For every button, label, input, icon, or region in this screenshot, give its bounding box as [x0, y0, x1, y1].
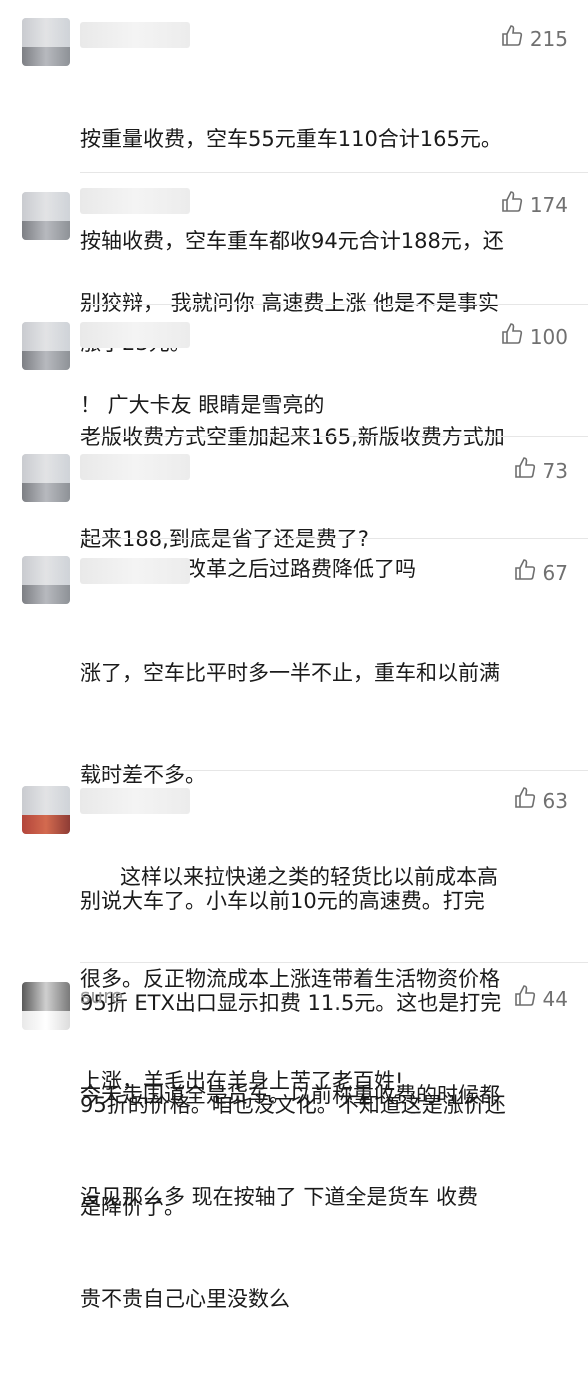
- divider: [80, 962, 588, 963]
- like-button[interactable]: 44: [513, 984, 568, 1013]
- avatar[interactable]: [22, 18, 70, 66]
- thumbs-up-icon: [500, 190, 524, 219]
- like-button[interactable]: 73: [513, 456, 568, 485]
- username[interactable]: sure: [80, 984, 123, 1008]
- like-count: 44: [542, 986, 568, 1011]
- like-count: 67: [542, 560, 568, 585]
- avatar[interactable]: [22, 982, 70, 1030]
- username-redacted: [80, 558, 190, 584]
- thumbs-up-icon: [513, 558, 537, 587]
- like-count: 174: [529, 192, 568, 217]
- avatar[interactable]: [22, 192, 70, 240]
- thumbs-up-icon: [500, 24, 524, 53]
- avatar[interactable]: [22, 556, 70, 604]
- like-button[interactable]: 63: [513, 786, 568, 815]
- username-redacted: [80, 454, 190, 480]
- divider: [80, 172, 588, 173]
- comment-text: 今天走国道全是货车。以前称重收费的时候都 没见那么多 现在按轴了 下道全是货车 …: [80, 1083, 500, 1311]
- divider: [80, 538, 588, 539]
- like-button[interactable]: 215: [500, 24, 568, 53]
- thumbs-up-icon: [513, 456, 537, 485]
- like-button[interactable]: 174: [500, 190, 568, 219]
- thumbs-up-icon: [500, 322, 524, 351]
- like-count: 73: [542, 458, 568, 483]
- thumbs-up-icon: [513, 984, 537, 1013]
- avatar[interactable]: [22, 322, 70, 370]
- avatar[interactable]: [22, 454, 70, 502]
- avatar[interactable]: [22, 786, 70, 834]
- username-redacted: [80, 788, 190, 814]
- like-count: 215: [529, 26, 568, 51]
- like-button[interactable]: 67: [513, 558, 568, 587]
- like-count: 63: [542, 788, 568, 813]
- like-count: 100: [529, 324, 568, 349]
- like-button[interactable]: 100: [500, 322, 568, 351]
- thumbs-up-icon: [513, 786, 537, 815]
- username-redacted: [80, 322, 190, 348]
- divider: [80, 770, 588, 771]
- username-redacted: [80, 22, 190, 48]
- divider: [80, 304, 588, 305]
- divider: [80, 436, 588, 437]
- username-redacted: [80, 188, 190, 214]
